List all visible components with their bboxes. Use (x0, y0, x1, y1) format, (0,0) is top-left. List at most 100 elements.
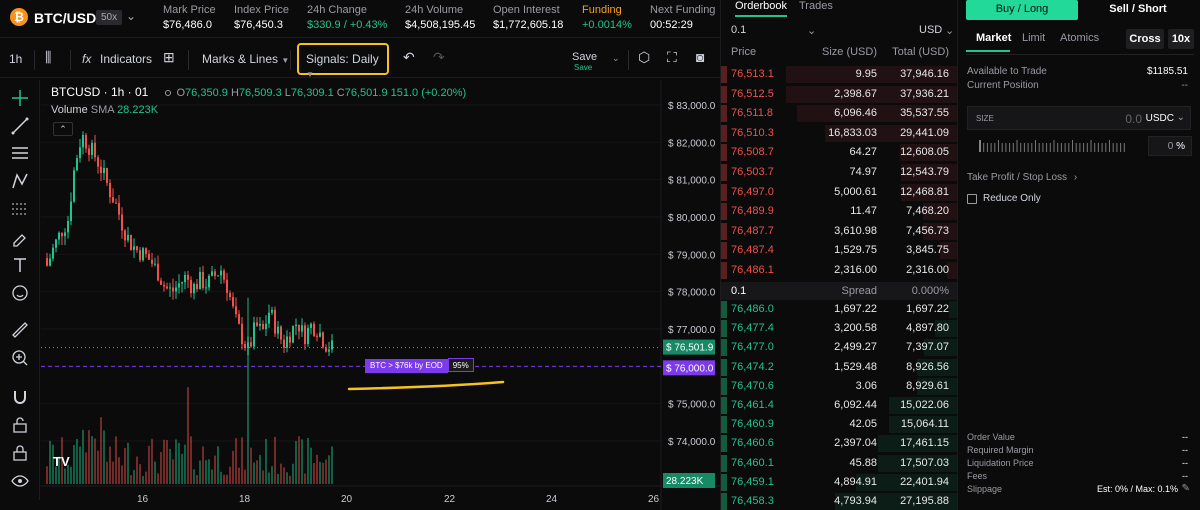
row-price: 76,474.2 (731, 360, 774, 373)
ruler-icon[interactable] (10, 320, 30, 340)
chevron-down-icon[interactable]: ⌄ (612, 53, 620, 64)
ask-row[interactable]: 76,486.1 2,316.00 2,316.00 (721, 261, 957, 280)
settings-icon[interactable]: ⬡ (638, 49, 650, 66)
fx-icon[interactable]: fx (82, 52, 91, 66)
signal-marker[interactable]: BTC > $76k by EOD 95% (365, 358, 474, 373)
tab-orderbook[interactable]: Orderbook (735, 0, 787, 17)
volume-bar (301, 439, 303, 484)
undo-icon[interactable]: ↶ (403, 49, 415, 66)
candle-body (91, 142, 93, 155)
candle-body (253, 322, 255, 347)
ask-row[interactable]: 76,512.5 2,398.67 37,936.21 (721, 85, 957, 104)
sell-short-button[interactable]: Sell / Short (1082, 0, 1194, 20)
bid-row[interactable]: 76,477.4 3,200.58 4,897.80 (721, 319, 957, 338)
interval-button[interactable]: 1h (9, 52, 22, 66)
size-percent-input[interactable]: 0 % (1148, 136, 1192, 156)
active-tab-underline (966, 50, 1010, 52)
volume-bar (310, 447, 312, 484)
pattern-icon[interactable] (10, 171, 30, 191)
row-size: 6,096.46 (834, 107, 877, 120)
collapse-legend-button[interactable]: ⌃ (53, 122, 73, 136)
trade-panel: Buy / Long Sell / Short Market Limit Ato… (958, 0, 1200, 510)
tab-atomics[interactable]: Atomics (1060, 32, 1099, 44)
magnet-icon[interactable] (10, 387, 30, 407)
tab-limit[interactable]: Limit (1022, 32, 1045, 44)
size-input[interactable]: SIZE 0.0 USDC ⌄ (967, 106, 1191, 130)
bid-row[interactable]: 76,460.1 45.88 17,507.03 (721, 454, 957, 473)
lock-drawings-icon[interactable] (10, 415, 30, 435)
bid-row[interactable]: 76,459.1 4,894.91 22,401.94 (721, 473, 957, 492)
buy-long-button[interactable]: Buy / Long (966, 0, 1078, 20)
layout-grid-icon[interactable]: ⊞ (163, 49, 175, 66)
bid-row[interactable]: 76,458.3 4,793.94 27,195.88 (721, 492, 957, 510)
bid-row[interactable]: 76,460.6 2,397.04 17,461.15 (721, 434, 957, 453)
signals-dropdown[interactable]: Signals: Daily ▼ (297, 43, 389, 79)
edit-icon[interactable]: ✎ (1182, 483, 1190, 494)
chevron-down-icon[interactable]: ⌄ (1177, 112, 1185, 123)
depth-marker (721, 473, 727, 491)
ask-row[interactable]: 76,503.7 74.97 12,543.79 (721, 163, 957, 182)
tab-trades[interactable]: Trades (799, 0, 833, 12)
horizontal-lines-icon[interactable] (10, 143, 30, 163)
chevron-down-icon[interactable]: ⌄ (126, 9, 136, 23)
bid-row[interactable]: 76,470.6 3.06 8,929.61 (721, 377, 957, 396)
camera-icon[interactable]: ◙ (696, 49, 704, 65)
size-unit[interactable]: USDC (1146, 113, 1174, 124)
row-total: 35,537.55 (900, 107, 949, 120)
precision-select[interactable]: 0.1 (731, 24, 746, 36)
save-button[interactable]: Save Save (572, 51, 597, 72)
bid-row[interactable]: 76,486.0 1,697.22 1,697.22 (721, 300, 957, 319)
eye-icon[interactable] (10, 471, 30, 491)
ask-row[interactable]: 76,511.8 6,096.46 35,537.55 (721, 104, 957, 123)
tab-market[interactable]: Market (976, 32, 1011, 44)
liquidation-price-label: Liquidation Price (967, 458, 1034, 468)
trend-line-icon[interactable] (10, 116, 30, 136)
candles-icon[interactable]: ⫼ (45, 49, 51, 66)
ask-row[interactable]: 76,510.3 16,833.03 29,441.09 (721, 124, 957, 143)
ask-row[interactable]: 76,513.1 9.95 37,946.16 (721, 65, 957, 84)
reduce-only-checkbox[interactable] (967, 194, 977, 204)
indicators-button[interactable]: Indicators (100, 52, 152, 66)
volume-bar (103, 430, 105, 484)
brush-icon[interactable] (10, 227, 30, 247)
currency-select[interactable]: USD (919, 24, 942, 36)
zoom-in-icon[interactable] (10, 348, 30, 368)
text-icon[interactable] (10, 255, 30, 275)
price-chart[interactable]: $ 83,000.0 $ 82,000.0 $ 81,000.0 $ 80,000.0… (41, 80, 720, 510)
ask-row[interactable]: 76,497.0 5,000.61 12,468.81 (721, 183, 957, 202)
ask-row[interactable]: 76,487.7 3,610.98 7,456.73 (721, 222, 957, 241)
volume-bar (145, 471, 147, 484)
crosshair-icon[interactable] (10, 88, 30, 108)
chevron-down-icon[interactable]: ⌄ (807, 24, 816, 37)
fib-icon[interactable] (10, 199, 30, 219)
marks-lines-button[interactable]: Marks & Lines ▼ (202, 52, 289, 66)
tpsl-toggle[interactable]: Take Profit / Stop Loss › (967, 172, 1077, 183)
volume-bar (109, 446, 111, 484)
depth-marker (721, 397, 727, 414)
emoji-icon[interactable] (10, 283, 30, 303)
chevron-down-icon[interactable]: ⌄ (945, 24, 954, 37)
row-size: 6,092.44 (834, 399, 877, 411)
redo-icon[interactable]: ↷ (433, 49, 445, 66)
symbol-name[interactable]: BTC/USD (34, 10, 96, 26)
lock-icon[interactable] (10, 443, 30, 463)
volume-bar (97, 450, 99, 484)
leverage-button[interactable]: 10x (1168, 29, 1194, 49)
candle-body (145, 248, 147, 254)
margin-mode-button[interactable]: Cross (1126, 29, 1164, 49)
fullscreen-icon[interactable]: ⛶ (667, 49, 677, 66)
position-value: -- (1181, 80, 1188, 91)
row-price: 76,460.1 (731, 456, 774, 469)
ask-row[interactable]: 76,487.4 1,529.75 3,845.75 (721, 241, 957, 260)
stat-24h-change: 24h Change $330.9 / +0.43% (307, 4, 388, 31)
bid-row[interactable]: 76,477.0 2,499.27 7,397.07 (721, 338, 957, 357)
bid-row[interactable]: 76,461.4 6,092.44 15,022.06 (721, 396, 957, 415)
ask-row[interactable]: 76,508.7 64.27 12,608.05 (721, 143, 957, 162)
bid-row[interactable]: 76,460.9 42.05 15,064.11 (721, 415, 957, 434)
bid-row[interactable]: 76,474.2 1,529.48 8,926.56 (721, 358, 957, 377)
row-price: 76,486.0 (731, 303, 774, 315)
ask-row[interactable]: 76,489.9 11.47 7,468.20 (721, 202, 957, 221)
size-slider[interactable] (978, 140, 1128, 152)
candlestick-chart[interactable]: $ 83,000.0 $ 82,000.0 $ 81,000.0 $ 80,000.0… (41, 80, 720, 510)
row-price: 76,460.6 (731, 437, 774, 450)
